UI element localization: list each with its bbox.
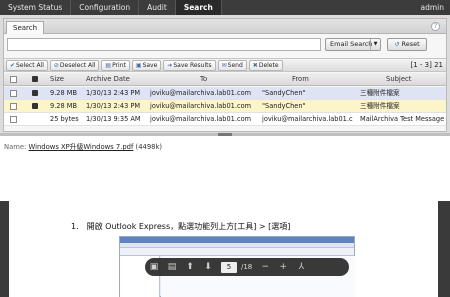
send-button[interactable]: ✉Send — [217, 59, 247, 71]
cell-date: 1/30/13 2:43 PM — [86, 89, 141, 97]
save-results-icon: ➜ — [167, 61, 173, 69]
nav-search[interactable]: Search — [175, 0, 222, 15]
user-menu[interactable]: admin — [421, 3, 450, 12]
email-search-label: Email Search — [330, 40, 373, 48]
print-button[interactable]: ▤Print — [101, 59, 130, 71]
pdf-control-bar: ▣ ▤ ⬆ ⬇ 5 /18 − + ⅄ — [145, 258, 349, 276]
print-label: Print — [112, 61, 126, 69]
deselect-all-button[interactable]: ⊘Deselect All — [49, 59, 100, 71]
nav-audit[interactable]: Audit — [139, 0, 176, 15]
attachment-icon — [32, 90, 38, 96]
panel-tabbar: Search ? — [4, 19, 446, 34]
cell-size: 9.28 MB — [50, 102, 77, 110]
cell-from: "SandyChen" — [262, 102, 306, 110]
search-input[interactable] — [7, 38, 321, 51]
page-indicator: [1 - 3] 21 — [410, 61, 443, 69]
row-checkbox[interactable] — [10, 90, 17, 97]
select-all-button[interactable]: ✔Select All — [6, 59, 48, 71]
send-label: Send — [227, 61, 243, 69]
col-size[interactable]: Size — [50, 73, 64, 86]
delete-button[interactable]: ✖Delete — [248, 59, 283, 71]
screenshot-toolbar — [120, 248, 354, 256]
nav-configuration[interactable]: Configuration — [71, 0, 140, 15]
save-label: Save — [142, 61, 158, 69]
chevron-down-icon[interactable]: ▼ — [370, 39, 380, 50]
attachment-link[interactable]: Windows XP升級Windows 7.pdf — [29, 143, 134, 151]
col-from[interactable]: From — [292, 73, 309, 86]
delete-label: Delete — [258, 61, 279, 69]
save-results-button[interactable]: ➜Save Results — [163, 59, 216, 71]
reset-icon: ↺ — [394, 41, 400, 48]
table-row[interactable]: 9.28 MB 1/30/13 2:43 PM joviku@mailarchi… — [4, 87, 446, 100]
cell-subject: MailArchiva Test Message — [360, 115, 444, 123]
pdf-next-page-icon[interactable]: ⬇ — [199, 258, 217, 276]
col-to[interactable]: To — [200, 73, 207, 86]
row-checkbox[interactable] — [10, 103, 17, 110]
cell-subject: 三種附件檔案 — [360, 102, 400, 110]
reset-label: Reset — [401, 40, 420, 48]
cell-subject: 三種附件檔案 — [360, 89, 400, 97]
col-archive-date[interactable]: Archive Date — [86, 73, 130, 86]
step-number: 1. — [71, 222, 79, 231]
help-icon[interactable]: ? — [431, 22, 440, 31]
pdf-print-icon[interactable]: ▤ — [163, 258, 181, 276]
pdf-page: 1. 開啟 Outlook Express，點選功能列上方[工具] > [選項] — [9, 201, 438, 297]
step-text: 開啟 Outlook Express，點選功能列上方[工具] > [選項] — [86, 222, 291, 231]
save-icon: ▣ — [135, 61, 142, 69]
preview-pane: Name: Windows XP升級Windows 7.pdf (4498k) … — [0, 136, 450, 297]
print-icon: ▤ — [105, 61, 112, 69]
cell-to: joviku@mailarchiva.lab01.com — [150, 115, 252, 123]
cell-size: 25 bytes — [50, 115, 79, 123]
save-button[interactable]: ▣Save — [131, 59, 162, 71]
attachment-size: (4498k) — [135, 143, 163, 151]
results-table-header: Size Archive Date To From Subject — [4, 73, 446, 86]
pdf-page-input[interactable]: 5 — [221, 261, 237, 273]
pdf-save-icon[interactable]: ▣ — [145, 258, 163, 276]
email-search-button[interactable]: Email Search ▼ — [325, 38, 381, 51]
cell-from: joviku@mailarchiva.lab01.c — [262, 115, 353, 123]
cell-from: "SandyChen" — [262, 89, 306, 97]
pdf-zoom-out-icon[interactable]: − — [256, 258, 274, 276]
table-row[interactable]: 25 bytes 1/30/13 9:35 AM joviku@mailarch… — [4, 113, 446, 126]
pdf-zoom-in-icon[interactable]: + — [274, 258, 292, 276]
tab-search[interactable]: Search — [6, 21, 45, 34]
table-row[interactable]: 9.28 MB 1/30/13 2:43 PM joviku@mailarchi… — [4, 100, 446, 113]
results-toolbar: ✔Select All ⊘Deselect All ▤Print ▣Save ➜… — [4, 58, 446, 72]
col-subject[interactable]: Subject — [386, 73, 411, 86]
pdf-prev-page-icon[interactable]: ⬆ — [181, 258, 199, 276]
top-nav: System Status Configuration Audit Search… — [0, 0, 450, 15]
cell-to: joviku@mailarchiva.lab01.com — [150, 102, 252, 110]
attachment-column-icon — [32, 76, 38, 82]
search-panel: Search ? Email Search ▼ ↺ Reset ✔Select … — [3, 18, 447, 132]
row-checkbox[interactable] — [10, 116, 17, 123]
nav-system-status[interactable]: System Status — [0, 0, 72, 15]
attachment-icon — [32, 103, 38, 109]
cell-size: 9.28 MB — [50, 89, 77, 97]
deselect-all-label: Deselect All — [59, 61, 96, 69]
name-label: Name: — [4, 143, 27, 151]
delete-icon: ✖ — [252, 61, 258, 69]
uncheck-icon: ⊘ — [53, 61, 59, 69]
pdf-step-text: 1. 開啟 Outlook Express，點選功能列上方[工具] > [選項] — [71, 221, 290, 232]
cell-to: joviku@mailarchiva.lab01.com — [150, 89, 252, 97]
check-icon: ✔ — [10, 61, 16, 69]
attachment-name-line: Name: Windows XP升級Windows 7.pdf (4498k) — [4, 141, 162, 151]
pdf-page-total: /18 — [241, 263, 253, 271]
header-checkbox[interactable] — [10, 76, 17, 83]
save-results-label: Save Results — [173, 61, 212, 69]
pdf-viewer: 1. 開啟 Outlook Express，點選功能列上方[工具] > [選項] — [0, 201, 450, 297]
send-icon: ✉ — [221, 61, 227, 69]
cell-date: 1/30/13 2:43 PM — [86, 102, 141, 110]
pdf-acrobat-icon[interactable]: ⅄ — [292, 258, 310, 276]
reset-button[interactable]: ↺ Reset — [387, 38, 427, 51]
search-row: Email Search ▼ ↺ Reset — [7, 38, 445, 52]
cell-date: 1/30/13 9:35 AM — [86, 115, 141, 123]
select-all-label: Select All — [16, 61, 44, 69]
